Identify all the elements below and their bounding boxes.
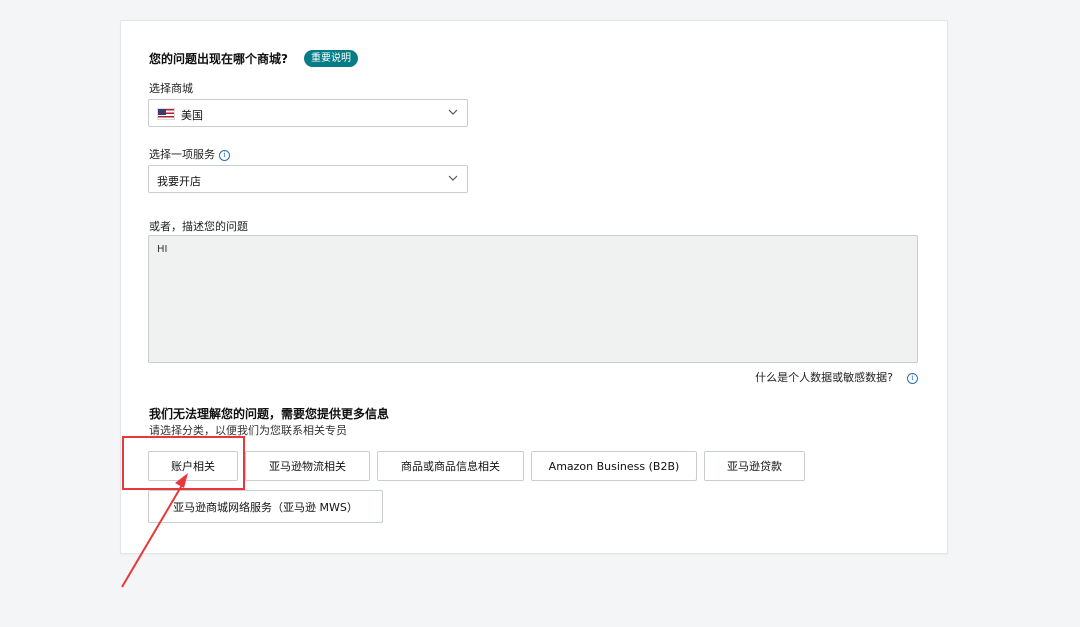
privacy-link-row[interactable]: 什么是个人数据或敏感数据? i <box>755 369 918 385</box>
us-flag-icon <box>157 108 175 120</box>
info-icon[interactable]: i <box>219 149 230 161</box>
describe-problem-textarea[interactable]: HI <box>148 235 918 363</box>
service-label: 选择一项服务 <box>149 148 215 161</box>
marketplace-label: 选择商城 <box>149 82 193 95</box>
service-select[interactable]: 我要开店 <box>148 165 468 193</box>
clarify-title: 我们无法理解您的问题，需要您提供更多信息 <box>149 407 390 421</box>
category-button-listing[interactable]: 商品或商品信息相关 <box>377 451 524 481</box>
describe-label: 或者，描述您的问题 <box>149 220 248 233</box>
category-button-mws[interactable]: 亚马逊商城网络服务（亚马逊 MWS） <box>148 490 383 523</box>
marketplace-question-title: 您的问题出现在哪个商城? <box>149 52 288 66</box>
category-button-lending[interactable]: 亚马逊贷款 <box>704 451 805 481</box>
service-selected-value: 我要开店 <box>157 175 201 188</box>
chevron-down-icon <box>448 175 458 181</box>
important-note-badge[interactable]: 重要说明 <box>304 50 358 67</box>
marketplace-select[interactable]: 美国 <box>148 99 468 127</box>
service-label-row: 选择一项服务 i <box>149 146 230 162</box>
category-button-b2b[interactable]: Amazon Business (B2B) <box>531 451 697 481</box>
category-button-account[interactable]: 账户相关 <box>148 451 238 481</box>
chevron-down-icon <box>448 109 458 115</box>
clarify-subtitle: 请选择分类，以便我们为您联系相关专员 <box>149 424 347 437</box>
describe-problem-value: HI <box>157 244 168 255</box>
marketplace-selected-value: 美国 <box>181 109 203 122</box>
info-icon[interactable]: i <box>907 372 918 384</box>
category-button-fba[interactable]: 亚马逊物流相关 <box>245 451 370 481</box>
page: 您的问题出现在哪个商城? 重要说明 选择商城 美国 选择一项服务 i 我要开店 或… <box>0 0 1080 627</box>
privacy-data-link[interactable]: 什么是个人数据或敏感数据? <box>755 371 893 384</box>
